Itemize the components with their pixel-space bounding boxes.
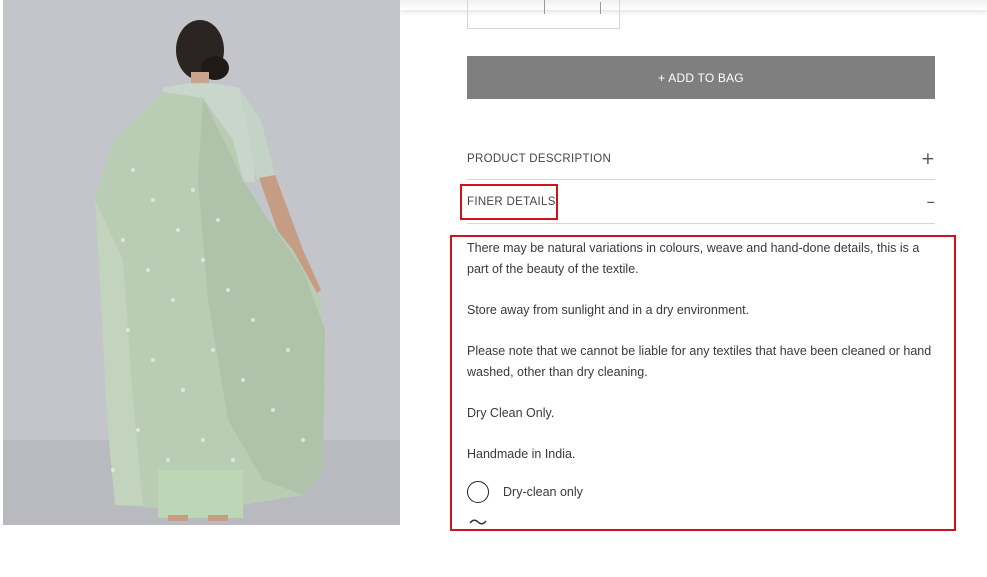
detail-paragraph: Store away from sunlight and in a dry en… xyxy=(467,303,750,317)
saree-photo xyxy=(3,0,400,525)
product-image[interactable] xyxy=(3,0,400,525)
care-label: Dry-clean only xyxy=(503,485,583,499)
detail-paragraph: Handmade in India. xyxy=(467,447,576,461)
detail-paragraph: Dry Clean Only. xyxy=(467,406,555,420)
detail-paragraph: Please note that we cannot be liable for… xyxy=(467,344,932,379)
finer-details-content: There may be natural variations in colou… xyxy=(467,238,937,485)
plus-icon[interactable]: + xyxy=(921,149,935,169)
detail-paragraph: There may be natural variations in colou… xyxy=(467,241,920,276)
accordion-label: FINER DETAILS xyxy=(467,196,556,208)
minus-icon[interactable]: – xyxy=(927,192,936,212)
quantity-divider xyxy=(544,0,545,14)
wash-icon xyxy=(469,519,487,525)
care-instruction: Dry-clean only xyxy=(467,481,583,503)
accordion-finer-details[interactable]: FINER DETAILS – xyxy=(467,181,935,224)
accordion-product-description[interactable]: PRODUCT DESCRIPTION + xyxy=(467,138,935,180)
add-to-bag-button[interactable]: + ADD TO BAG xyxy=(467,56,935,99)
accordion-label: PRODUCT DESCRIPTION xyxy=(467,152,612,165)
quantity-selector[interactable] xyxy=(467,0,620,29)
dry-clean-circle-icon xyxy=(467,481,489,503)
quantity-divider xyxy=(600,2,601,14)
